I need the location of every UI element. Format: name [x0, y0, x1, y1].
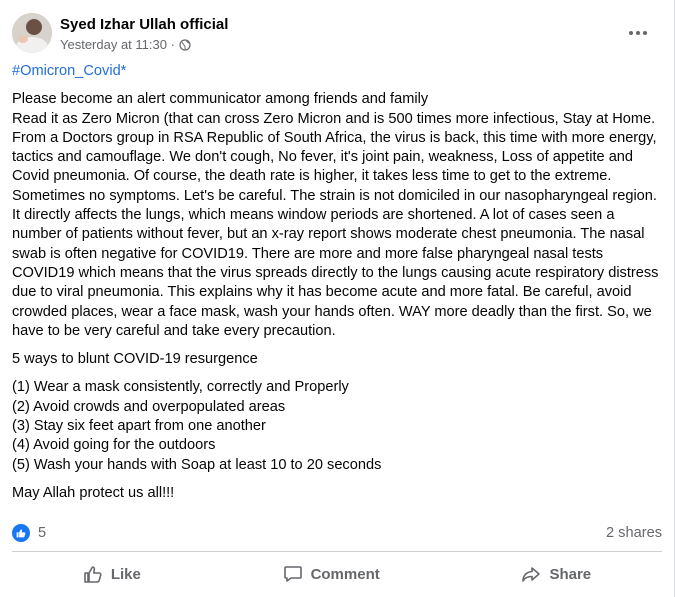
list-item: (2) Avoid crowds and overpopulated areas	[12, 398, 286, 415]
thumbs-up-icon	[83, 564, 103, 584]
author-avatar[interactable]	[12, 13, 52, 53]
ways-heading: 5 ways to blunt COVID-19 resurgence	[12, 351, 258, 368]
post-timestamp[interactable]: Yesterday at 11:30 ·	[60, 37, 175, 52]
comment-button[interactable]: Comment	[263, 558, 400, 590]
body-line: Please become an alert communicator amon…	[12, 91, 429, 108]
comment-label: Comment	[310, 565, 380, 583]
post-body: Please become an alert communicator amon…	[12, 90, 660, 341]
list-item: (4) Avoid going for the outdoors	[12, 437, 216, 454]
comment-icon	[283, 564, 303, 584]
like-label: Like	[110, 565, 141, 583]
globe-icon[interactable]	[179, 38, 191, 51]
list-item: (3) Stay six feet apart from one another	[12, 418, 266, 435]
like-button[interactable]: Like	[63, 558, 161, 590]
divider	[12, 551, 662, 552]
post-stats: 5 2 shares	[12, 521, 662, 545]
post-content: #Omicron_Covid* Please become an alert c…	[12, 62, 660, 512]
post-meta: Yesterday at 11:30 ·	[60, 37, 191, 52]
shares-count[interactable]: 2 shares	[606, 525, 662, 541]
share-button[interactable]: Share	[501, 558, 611, 590]
list-item: (5) Wash your hands with Soap at least 1…	[12, 456, 382, 473]
share-icon	[521, 564, 541, 584]
hashtag-link[interactable]: #Omicron_Covid*	[12, 62, 660, 81]
author-name[interactable]: Syed Izhar Ullah official	[60, 16, 228, 33]
closing-line: May Allah protect us all!!!	[12, 484, 175, 501]
facebook-post: Syed Izhar Ullah official Yesterday at 1…	[0, 0, 675, 597]
list-item: (1) Wear a mask consistently, correctly …	[12, 379, 349, 396]
ways-list: (1) Wear a mask consistently, correctly …	[12, 378, 660, 474]
post-header: Syed Izhar Ullah official Yesterday at 1…	[12, 13, 662, 57]
body-paragraph: Read it as Zero Micron (that can cross Z…	[12, 110, 659, 339]
share-label: Share	[549, 565, 592, 583]
post-actions: Like Comment Share	[12, 556, 662, 592]
more-options-icon[interactable]	[624, 21, 652, 45]
reactions-summary[interactable]: 5	[12, 524, 46, 542]
reaction-count: 5	[38, 525, 47, 541]
like-reaction-icon	[12, 524, 30, 542]
